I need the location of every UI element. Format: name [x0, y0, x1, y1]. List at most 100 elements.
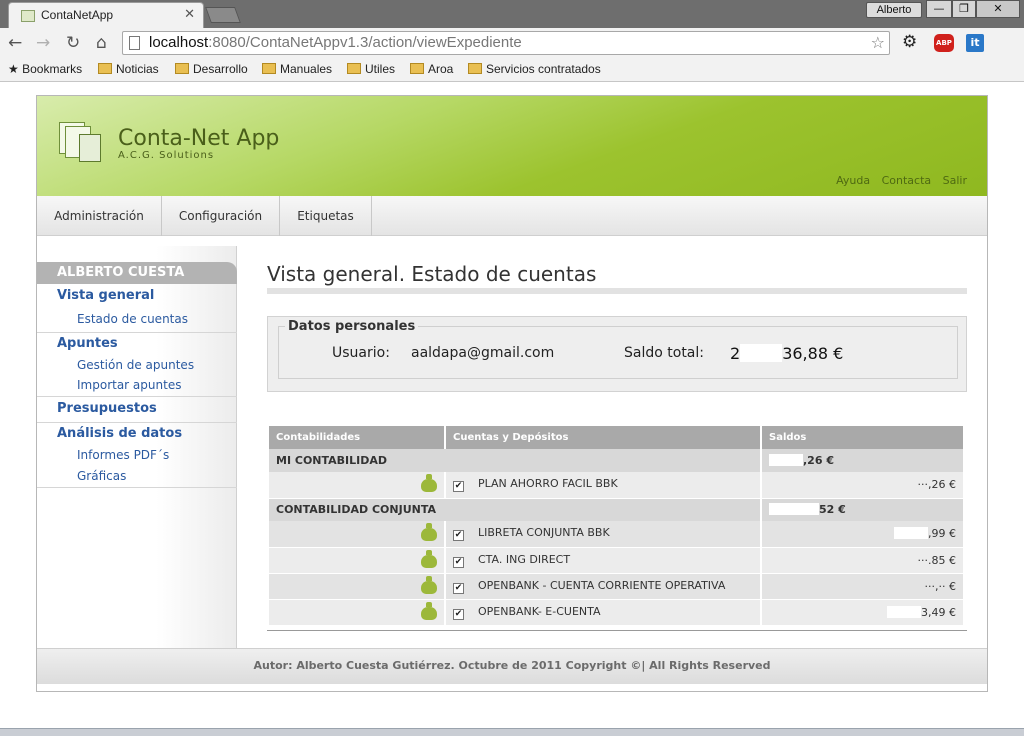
sidebar-item-estado-cuentas[interactable]: Estado de cuentas [77, 312, 188, 326]
close-window-button[interactable]: ✕ [976, 0, 1020, 18]
account-checkbox[interactable]: ✔ [453, 481, 464, 493]
piggy-bank-icon [421, 549, 437, 568]
account-balance: ,99 € [761, 521, 965, 548]
maximize-button[interactable]: ❐ [952, 0, 976, 18]
piggy-bank-icon [421, 474, 437, 493]
account-name: OPENBANK- E-CUENTA [478, 604, 601, 618]
sidebar: ALBERTO CUESTA Vista general Estado de c… [37, 246, 237, 648]
account-row[interactable]: ✔ OPENBANK - CUENTA CORRIENTE OPERATIVA ·… [269, 573, 965, 600]
profile-button[interactable]: Alberto [866, 2, 922, 18]
app-container: Conta-Net App A.C.G. Solutions Ayuda Con… [36, 95, 988, 692]
home-icon[interactable]: ⌂ [96, 33, 107, 53]
group-row: MI CONTABILIDAD ,26 € [269, 449, 965, 472]
folder-icon [347, 63, 361, 74]
account-checkbox[interactable]: ✔ [453, 530, 464, 542]
bookmark-folder[interactable]: Aroa [410, 62, 453, 76]
group-balance: ,26 € [761, 449, 965, 472]
total-balance-value: 2 36,88 € [730, 344, 844, 363]
bookmarks-menu[interactable]: ★ Bookmarks [8, 62, 82, 76]
extension-it-icon[interactable]: it [966, 34, 984, 52]
account-name: CTA. ING DIRECT [478, 552, 571, 566]
personal-data-legend: Datos personales [288, 319, 416, 334]
sidebar-divider [37, 396, 237, 397]
account-checkbox[interactable]: ✔ [453, 582, 464, 594]
title-divider [267, 288, 967, 294]
gear-icon[interactable]: ⚙ [902, 32, 917, 52]
new-tab-button[interactable] [205, 7, 241, 23]
browser-toolbar: ← → ↻ ⌂ localhost:8080/ContaNetAppv1.3/a… [0, 28, 1024, 81]
account-name: OPENBANK - CUENTA CORRIENTE OPERATIVA [478, 578, 726, 592]
sidebar-section-presupuestos[interactable]: Presupuestos [57, 401, 157, 416]
account-row[interactable]: ✔ OPENBANK- E-CUENTA 3,49 € [269, 599, 965, 626]
bookmark-folder[interactable]: Noticias [98, 62, 159, 76]
address-bar[interactable]: localhost:8080/ContaNetAppv1.3/action/vi… [122, 31, 890, 55]
sidebar-section-apuntes[interactable]: Apuntes [57, 336, 118, 351]
account-balance: ···,26 € [761, 472, 965, 499]
page-viewport: Conta-Net App A.C.G. Solutions Ayuda Con… [0, 83, 1024, 728]
nav-tab-etiquetas[interactable]: Etiquetas [280, 196, 372, 236]
adblock-icon[interactable]: ABP [934, 34, 954, 52]
folder-icon [468, 63, 482, 74]
tab-close-icon[interactable]: ✕ [184, 7, 195, 22]
header-links: Ayuda Contacta Salir [828, 174, 967, 187]
app-favicon-icon [21, 10, 35, 22]
account-checkbox[interactable]: ✔ [453, 556, 464, 568]
nav-tab-configuracion[interactable]: Configuración [162, 196, 280, 236]
column-header: Saldos [761, 426, 965, 449]
group-name: CONTABILIDAD CONJUNTA [269, 498, 762, 521]
nav-tab-administracion[interactable]: Administración [37, 196, 162, 236]
tab-title: ContaNetApp [41, 8, 114, 22]
url-text[interactable]: localhost:8080/ContaNetAppv1.3/action/vi… [149, 34, 522, 51]
browser-tab[interactable]: ContaNetApp ✕ [8, 2, 204, 28]
account-row[interactable]: ✔ LIBRETA CONJUNTA BBK ,99 € [269, 521, 965, 548]
star-icon: ★ [8, 62, 19, 76]
account-row[interactable]: ✔ PLAN AHORRO FACIL BBK ···,26 € [269, 472, 965, 499]
account-checkbox[interactable]: ✔ [453, 608, 464, 620]
sidebar-divider [37, 487, 237, 488]
contact-link[interactable]: Contacta [882, 174, 932, 187]
back-arrow-icon[interactable]: ← [8, 33, 22, 53]
minimize-button[interactable]: — [926, 0, 952, 18]
app-subtitle: A.C.G. Solutions [118, 150, 215, 161]
column-header: Contabilidades [269, 426, 446, 449]
bookmark-folder[interactable]: Desarrollo [175, 62, 248, 76]
account-balance: ···,·· € [761, 573, 965, 600]
bookmark-folder[interactable]: Servicios contratados [468, 62, 601, 76]
browser-titlebar: ContaNetApp ✕ Alberto — ❐ ✕ [0, 0, 1024, 28]
page-title: Vista general. Estado de cuentas [267, 262, 597, 286]
logout-link[interactable]: Salir [943, 174, 967, 187]
total-balance-label: Saldo total: [624, 345, 704, 361]
bookmark-star-icon[interactable]: ☆ [871, 33, 885, 52]
group-name: MI CONTABILIDAD [269, 449, 762, 472]
user-label: Usuario: [332, 345, 390, 361]
page-icon [129, 36, 140, 50]
bookmark-folder[interactable]: Utiles [347, 62, 395, 76]
sidebar-item-graficas[interactable]: Gráficas [77, 469, 126, 483]
sidebar-section-analisis[interactable]: Análisis de datos [57, 426, 182, 441]
account-row[interactable]: ✔ CTA. ING DIRECT ···.85 € [269, 547, 965, 574]
piggy-bank-icon [421, 601, 437, 620]
app-logo-icon [59, 122, 103, 164]
sidebar-item-importar-apuntes[interactable]: Importar apuntes [77, 378, 181, 392]
account-name: LIBRETA CONJUNTA BBK [478, 526, 610, 540]
group-row: CONTABILIDAD CONJUNTA 52 € [269, 498, 965, 521]
app-title: Conta-Net App [118, 126, 280, 151]
personal-data-panel: Datos personales Usuario: aaldapa@gmail.… [267, 316, 967, 392]
sidebar-user-header: ALBERTO CUESTA [37, 262, 237, 284]
os-taskbar [0, 728, 1024, 736]
reload-icon[interactable]: ↻ [66, 33, 80, 53]
user-email: aaldapa@gmail.com [411, 345, 555, 361]
help-link[interactable]: Ayuda [836, 174, 870, 187]
group-balance: 52 € [761, 498, 965, 521]
sidebar-section-vista-general[interactable]: Vista general [57, 288, 154, 303]
sidebar-item-gestion-apuntes[interactable]: Gestión de apuntes [77, 358, 194, 372]
sidebar-item-informes-pdf[interactable]: Informes PDF´s [77, 448, 169, 462]
bookmark-folder[interactable]: Manuales [262, 62, 332, 76]
piggy-bank-icon [421, 575, 437, 594]
forward-arrow-icon[interactable]: → [36, 33, 50, 53]
accounts-table: Contabilidades Cuentas y Depósitos Saldo… [269, 426, 965, 626]
folder-icon [410, 63, 424, 74]
bookmarks-bar: ★ Bookmarks Noticias Desarrollo Manuales… [0, 58, 1024, 82]
app-header: Conta-Net App A.C.G. Solutions Ayuda Con… [37, 96, 987, 196]
folder-icon [175, 63, 189, 74]
